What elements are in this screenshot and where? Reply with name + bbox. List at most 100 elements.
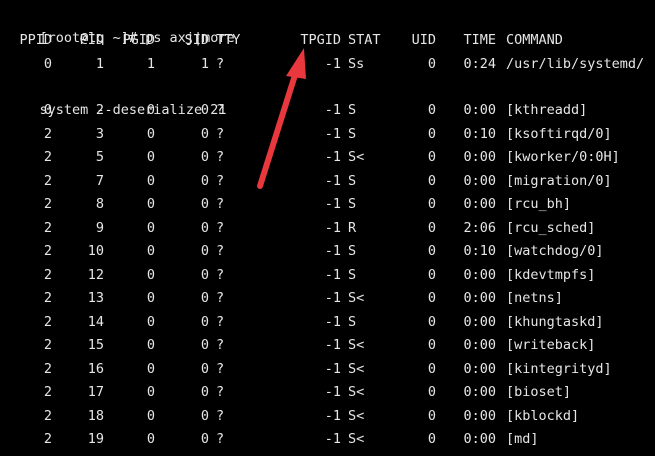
cell-time: 0:00 — [463, 172, 496, 189]
cell-pgid: 0 — [146, 431, 155, 447]
header-tpgid: TPGID — [300, 32, 341, 48]
cell-tty: ? — [216, 407, 225, 424]
cell-sid: 0 — [200, 219, 209, 236]
cell-command: [netns] — [506, 290, 563, 306]
cell-sid: 0 — [200, 266, 209, 283]
process-row: 2 8 0 0? -1 S 0 0:00 [rcu_bh] — [0, 193, 655, 215]
process-row: 0 2 0 0? -1 S 0 0:00 [kthreadd] — [0, 99, 655, 121]
cell-ppid: 2 — [43, 337, 52, 353]
cell-pgid: 0 — [146, 407, 155, 424]
cell-ppid: 2 — [43, 266, 52, 283]
cell-time: 0:00 — [463, 384, 496, 400]
cell-ppid: 2 — [43, 290, 52, 306]
cell-tty: ? — [216, 125, 225, 142]
cell-uid: 0 — [427, 56, 436, 72]
cell-pid: 13 — [87, 290, 104, 306]
cell-pid: 16 — [87, 360, 104, 377]
cell-time: 0:00 — [463, 149, 496, 165]
cell-command: [rcu_sched] — [506, 219, 596, 236]
cell-pid: 7 — [95, 172, 104, 189]
cell-tpgid: -1 — [324, 431, 341, 447]
process-row: 2 18 0 0? -1 S< 0 0:00 [kblockd] — [0, 405, 655, 427]
cell-stat: S — [348, 266, 357, 283]
cell-time: 0:00 — [463, 407, 496, 424]
cell-stat: S< — [348, 337, 365, 353]
header-uid: UID — [411, 32, 436, 48]
cell-tpgid: -1 — [324, 243, 341, 259]
cell-pgid: 0 — [146, 243, 155, 259]
cell-ppid: 0 — [43, 102, 52, 118]
cell-stat: S< — [348, 360, 365, 377]
cell-tty: ? — [216, 384, 225, 400]
cell-time: 0:00 — [463, 360, 496, 377]
cell-pgid: 0 — [146, 290, 155, 306]
cell-command: [kthreadd] — [506, 102, 588, 118]
cell-pid: 12 — [87, 266, 104, 283]
cell-tty: ? — [216, 337, 225, 353]
cell-stat: S< — [348, 407, 365, 424]
header-time: TIME — [463, 32, 496, 48]
cell-tpgid: -1 — [324, 56, 341, 72]
cell-pgid: 0 — [146, 125, 155, 142]
cell-stat: R — [348, 219, 357, 236]
cell-tty: ? — [216, 290, 225, 306]
cell-stat: Ss — [348, 56, 365, 72]
process-row: 2 5 0 0? -1 S< 0 0:00 [kworker/0:0H] — [0, 146, 655, 168]
cell-tpgid: -1 — [324, 149, 341, 165]
cell-tty: ? — [216, 219, 225, 236]
cell-uid: 0 — [427, 337, 436, 353]
cell-pid: 15 — [87, 337, 104, 353]
cell-ppid: 2 — [43, 149, 52, 165]
cell-command: [kintegrityd] — [506, 360, 612, 377]
cell-sid: 0 — [200, 337, 209, 353]
header-ppid: PPID — [19, 32, 52, 48]
cell-stat: S< — [348, 149, 365, 165]
cell-tpgid: -1 — [324, 290, 341, 306]
cell-pgid: 0 — [146, 384, 155, 400]
cell-sid: 0 — [200, 172, 209, 189]
cell-uid: 0 — [427, 125, 436, 142]
cell-tpgid: -1 — [324, 384, 341, 400]
process-row: 2 16 0 0? -1 S< 0 0:00 [kintegrityd] — [0, 358, 655, 380]
cell-tty: ? — [216, 102, 225, 118]
process-row: 2 19 0 0? -1 S< 0 0:00 [md] — [0, 428, 655, 450]
cell-command: [kdevtmpfs] — [506, 266, 596, 283]
cell-ppid: 2 — [43, 313, 52, 330]
cell-pgid: 0 — [146, 172, 155, 189]
cell-time: 0:00 — [463, 290, 496, 306]
cell-pid: 5 — [95, 149, 104, 165]
header-sid: SID — [184, 32, 209, 48]
cell-time: 0:00 — [463, 266, 496, 283]
cell-uid: 0 — [427, 102, 436, 118]
cell-pgid: 0 — [146, 219, 155, 236]
cell-sid: 0 — [200, 360, 209, 377]
process-row: 0 1 1 1 ? -1 Ss 0 0:24 /usr/lib/systemd/ — [0, 53, 655, 75]
cell-sid: 0 — [200, 384, 209, 400]
cell-ppid: 2 — [43, 431, 52, 447]
cell-tty: ? — [216, 431, 225, 447]
cell-ppid: 2 — [43, 384, 52, 400]
cell-command: [md] — [506, 431, 539, 447]
cell-stat: S< — [348, 431, 365, 447]
cell-stat: S — [348, 196, 357, 212]
cell-pid: 10 — [87, 243, 104, 259]
cell-tpgid: -1 — [324, 196, 341, 212]
cell-ppid: 2 — [43, 407, 52, 424]
cell-tty: ? — [216, 149, 225, 165]
cell-command: [ksoftirqd/0] — [506, 125, 612, 142]
cell-tpgid: -1 — [324, 172, 341, 189]
cell-uid: 0 — [427, 266, 436, 283]
process-row: 2 3 0 0? -1 S 0 0:10 [ksoftirqd/0] — [0, 123, 655, 145]
cell-command: [watchdog/0] — [506, 243, 604, 259]
process-row: 2 12 0 0? -1 S 0 0:00 [kdevtmpfs] — [0, 264, 655, 286]
cell-tpgid: -1 — [324, 102, 341, 118]
cell-command: [kblockd] — [506, 407, 580, 424]
cell-tty: ? — [216, 360, 225, 377]
cell-command: [khungtaskd] — [506, 313, 604, 330]
cell-tty: ? — [216, 313, 225, 330]
cell-tpgid: -1 — [324, 360, 341, 377]
cell-time: 2:06 — [463, 219, 496, 236]
terminal-window[interactable]: [root@lq ~]# ps axj|more PPID PID PGID S… — [0, 0, 655, 456]
cell-stat: S< — [348, 290, 365, 306]
cell-pgid: 0 — [146, 266, 155, 283]
